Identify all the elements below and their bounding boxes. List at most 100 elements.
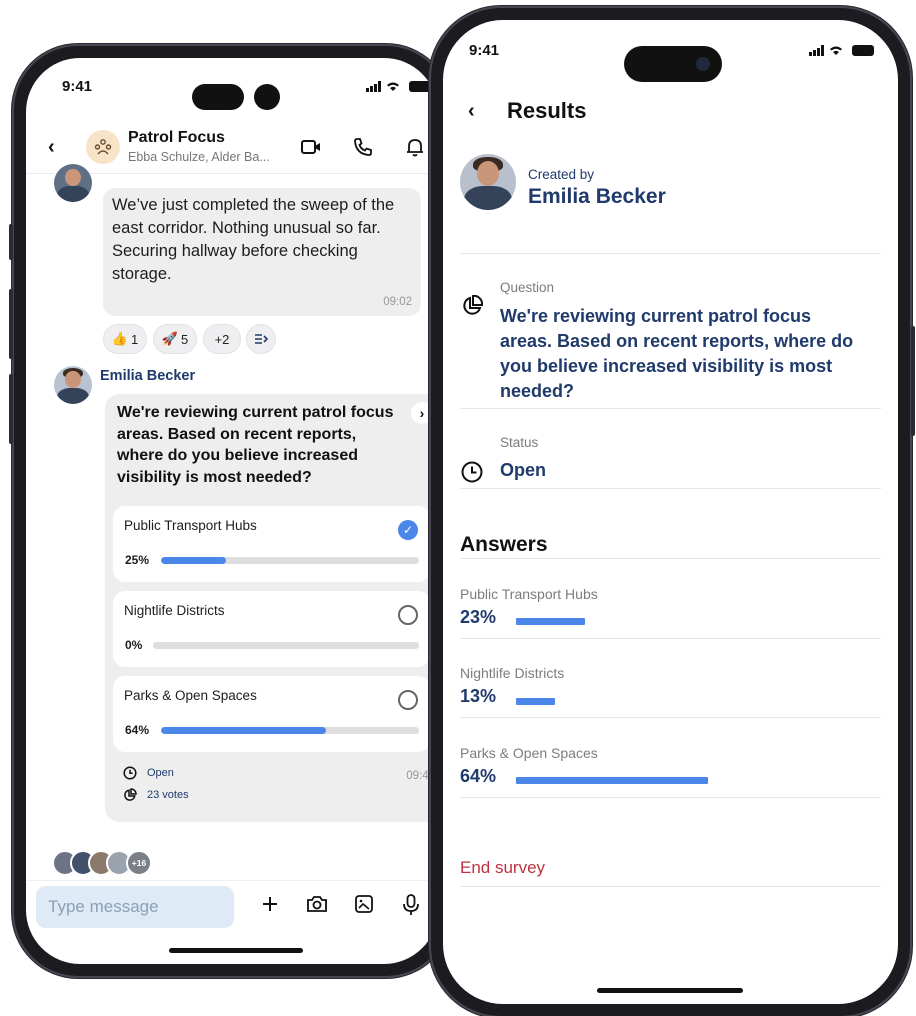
dynamic-island [192,84,244,110]
reaction-picker-button[interactable] [246,324,276,354]
side-button [9,374,13,444]
answer-percent: 64% [460,766,497,786]
answer-label: Parks & Open Spaces [460,745,598,761]
battery-icon [851,45,874,57]
answer-percent: 13% [460,686,497,706]
question-label: Question [500,280,555,295]
poll-option-percent: 25% [125,553,150,567]
poll-option-label: Parks & Open Spaces [124,688,257,703]
poll-votes[interactable]: 23 votes [123,788,189,802]
poll-option-percent: 64% [125,723,150,737]
poll-sender-name[interactable]: Emilia Becker [100,368,195,384]
sender-avatar[interactable] [54,164,92,202]
answer-label: Public Transport Hubs [460,586,598,602]
poll-option[interactable]: Nightlife Districts 0% [113,591,430,667]
end-survey-button[interactable]: End survey [460,858,545,878]
answers-heading: Answers [460,533,548,556]
status-bar: 9:41 [26,58,438,118]
plus-icon[interactable] [260,894,280,914]
poll-option[interactable]: Parks & Open Spaces 64% [113,676,430,752]
creator-label: Created by [528,167,595,182]
camera-icon[interactable] [306,894,328,914]
answer-bar [516,777,708,784]
message-composer [26,880,438,942]
creator-avatar[interactable] [460,154,516,210]
poll-card: We're reviewing current patrol focus are… [105,394,438,822]
results-screen: 9:41 ‹ Results Created by Emilia Becker [443,20,898,1004]
status-value: Open [500,460,547,480]
answer-bar [516,698,555,705]
status-icons [809,43,874,57]
reaction-thumbs-up[interactable]: 👍 1 [103,324,147,354]
home-indicator[interactable] [597,988,743,993]
checkmark-icon[interactable]: ✓ [398,520,418,540]
page-title: Results [507,98,587,123]
wifi-icon [830,46,843,56]
poll-progress-fill [161,727,327,734]
side-button [9,224,13,260]
back-button[interactable]: ‹ [468,100,475,123]
divider [460,253,881,254]
rocket-icon: 🚀 [161,331,178,346]
answer-bar [516,618,585,625]
reaction-count: 5 [180,331,189,347]
divider [460,558,881,559]
chat-screen: 9:41 ‹ Patrol Focus Ebba Schulze, Alder … [26,58,438,964]
poll-option[interactable]: Public Transport Hubs ✓ 25% [113,506,430,582]
back-button[interactable]: ‹ [48,136,55,159]
emilia-avatar[interactable] [54,366,92,404]
home-indicator[interactable] [169,948,303,953]
message-bubble[interactable]: We’ve just completed the sweep of the ea… [103,188,421,316]
wifi-icon [387,82,400,92]
question-text: We're reviewing current patrol focus are… [500,306,854,401]
app-stage: 9:41 ‹ Patrol Focus Ebba Schulze, Alder … [0,0,916,1016]
answer-percent: 23% [460,607,497,627]
message-input[interactable] [36,886,234,928]
status-bar: 9:41 [443,20,898,82]
bell-icon[interactable] [404,136,426,158]
phone-left-chat: 9:41 ‹ Patrol Focus Ebba Schulze, Alder … [9,44,452,978]
status-time: 9:41 [469,42,500,59]
divider [460,717,881,718]
thumbs-up-icon: 👍 [111,331,128,346]
reaction-more-label: +2 [214,331,230,347]
poll-option-label: Public Transport Hubs [124,518,257,533]
radio-button[interactable] [398,605,418,625]
phone-right-results: 9:41 ‹ Results Created by Emilia Becker [429,6,915,1016]
status-time: 9:41 [62,78,93,95]
group-avatar[interactable] [86,130,120,164]
radio-button[interactable] [398,690,418,710]
reaction-more[interactable]: +2 [203,324,241,354]
poll-progress-bar [161,727,419,734]
chat-participants[interactable]: Ebba Schulze, Alder Ba... [128,150,270,164]
divider [460,638,881,639]
message-text: We’ve just completed the sweep of the ea… [112,196,395,283]
phone-call-icon[interactable] [352,136,374,158]
signal-icon [809,45,824,57]
poll-progress-bar [161,557,419,564]
divider [460,797,881,798]
creator-name[interactable]: Emilia Becker [528,185,666,209]
gallery-icon[interactable] [354,894,374,914]
clock-icon [461,461,483,483]
poll-question: We're reviewing current patrol focus are… [117,404,394,486]
front-camera [254,84,280,110]
pie-chart-icon [463,294,484,315]
microphone-icon[interactable] [402,894,420,916]
side-button [911,326,915,436]
chat-header: ‹ Patrol Focus Ebba Schulze, Alder Ba... [26,124,438,174]
clock-icon [123,766,137,780]
poll-status-text: Open [147,767,174,779]
poll-option-percent: 0% [125,638,143,652]
status-label: Status [500,435,539,450]
status-icons [366,79,431,93]
divider [460,408,881,409]
divider [460,488,881,489]
signal-icon [366,81,381,93]
message-time: 09:02 [383,296,412,308]
reaction-rocket[interactable]: 🚀 5 [153,324,197,354]
chat-title[interactable]: Patrol Focus [128,129,225,147]
video-call-icon[interactable] [300,136,322,158]
poll-progress-bar [153,642,419,649]
poll-progress-fill [161,557,226,564]
